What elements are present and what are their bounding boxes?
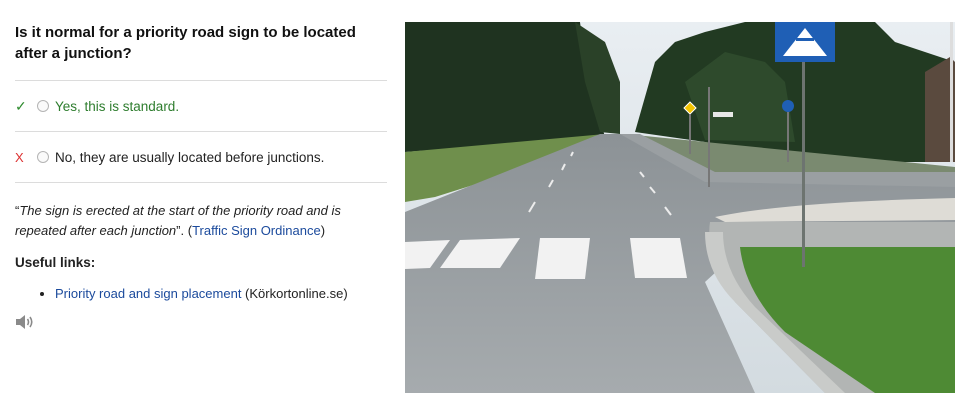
useful-links-heading: Useful links: <box>15 255 96 270</box>
source-close: ) <box>320 223 326 238</box>
answer-option-2[interactable]: X No, they are usually located before ju… <box>15 132 387 182</box>
useful-link[interactable]: Priority road and sign placement <box>55 286 241 301</box>
road-photo <box>405 22 955 393</box>
quote-close: ”. ( <box>176 223 193 238</box>
explanation-text: “The sign is erected at the start of the… <box>15 201 387 241</box>
useful-links-list: Priority road and sign placement (Körkor… <box>15 284 387 304</box>
answer-label-2: No, they are usually located before junc… <box>55 149 325 165</box>
answer-option-1[interactable]: ✓ Yes, this is standard. <box>15 81 387 131</box>
divider <box>15 182 387 183</box>
answer-radio-1[interactable] <box>37 100 49 112</box>
question-text: Is it normal for a priority road sign to… <box>15 24 356 62</box>
answer-label-1: Yes, this is standard. <box>55 98 180 114</box>
cross-icon: X <box>15 149 24 165</box>
speaker-icon[interactable] <box>15 314 35 330</box>
answer-radio-2[interactable] <box>37 151 49 163</box>
checkmark-icon: ✓ <box>15 97 27 114</box>
list-item: Priority road and sign placement (Körkor… <box>55 284 387 304</box>
source-link[interactable]: Traffic Sign Ordinance <box>192 223 321 238</box>
question-panel: Is it normal for a priority road sign to… <box>15 12 387 330</box>
link-suffix: (Körkortonline.se) <box>241 286 348 301</box>
